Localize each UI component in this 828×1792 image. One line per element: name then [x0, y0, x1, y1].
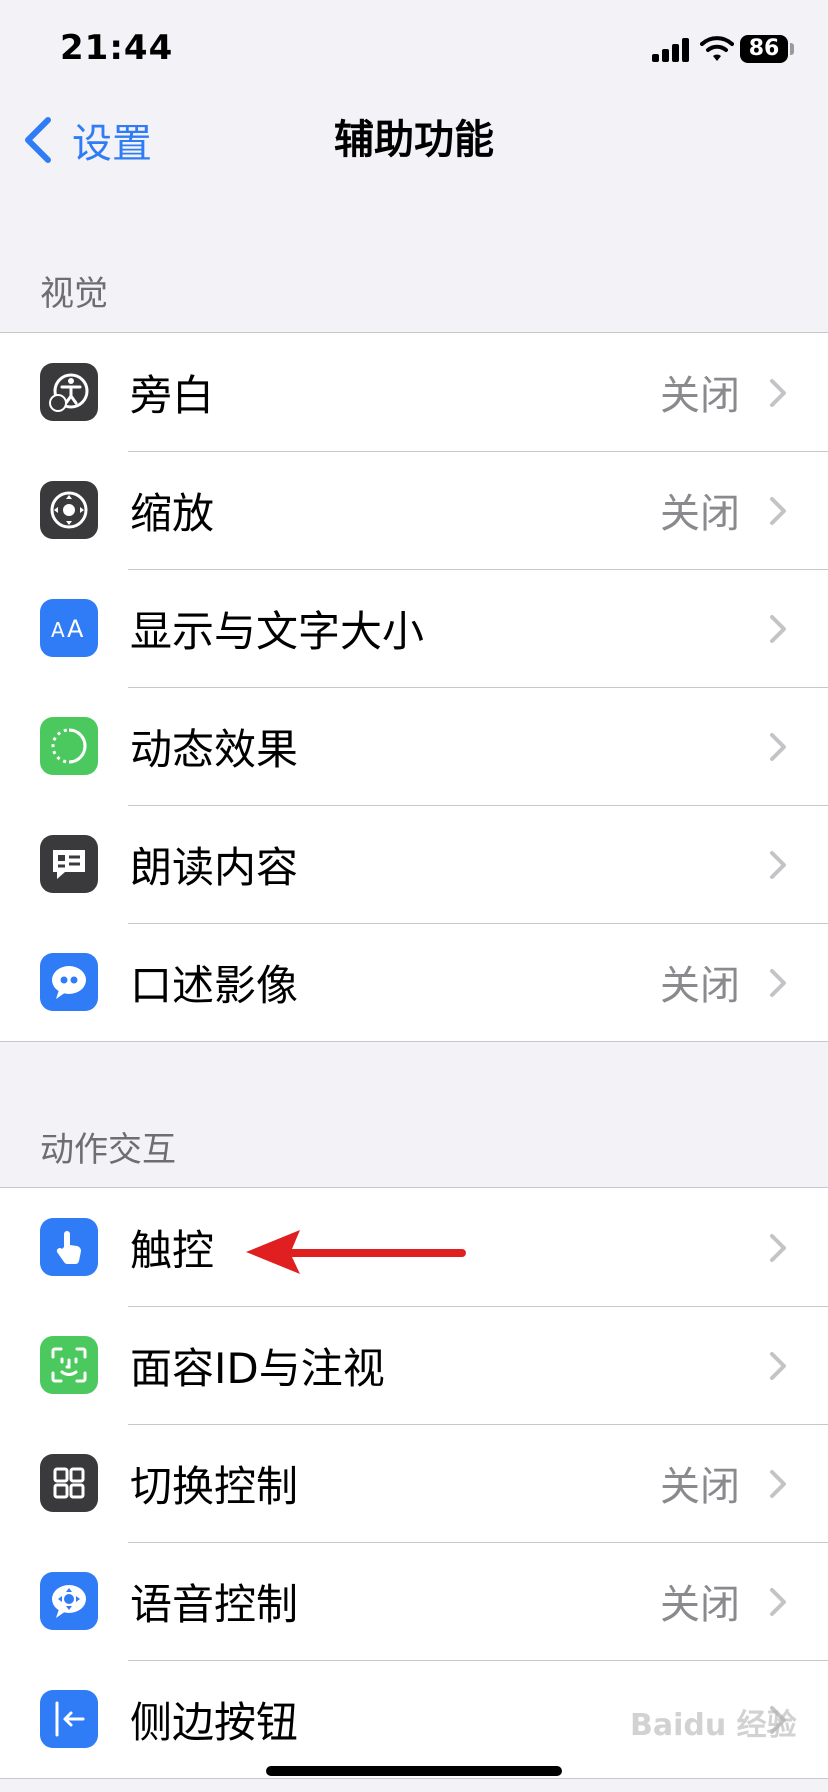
status-bar: 21:44 86	[0, 0, 828, 100]
row-display-text-size[interactable]: AA 显示与文字大小	[0, 569, 828, 687]
chevron-right-icon	[768, 613, 788, 645]
settings-group-vision: 旁白 关闭 缩放 关闭 AA 显示与文字大小 动态效果 朗读内容 口述影像 关闭	[0, 332, 828, 1042]
row-label: 口述影像	[130, 960, 299, 1010]
spoken-content-icon	[40, 835, 98, 893]
row-audio-descriptions[interactable]: 口述影像 关闭	[0, 923, 828, 1041]
row-spoken-content[interactable]: 朗读内容	[0, 805, 828, 923]
chevron-right-icon	[768, 377, 788, 409]
chevron-right-icon	[768, 849, 788, 881]
chevron-right-icon	[768, 1586, 788, 1618]
watermark: Baidu 经验	[630, 1708, 797, 1743]
chevron-right-icon	[768, 1468, 788, 1500]
row-label: 旁白	[130, 370, 215, 420]
row-motion[interactable]: 动态效果	[0, 687, 828, 805]
row-label: 侧边按钮	[130, 1697, 299, 1747]
row-value: 关闭	[660, 963, 740, 1009]
navigation-bar: 设置 辅助功能	[0, 100, 828, 180]
battery-indicator: 86	[740, 35, 788, 63]
voice-control-icon	[40, 1572, 98, 1630]
section-header-physical-motor: 动作交互	[40, 1130, 176, 1170]
row-value: 关闭	[660, 373, 740, 419]
chevron-right-icon	[768, 495, 788, 527]
row-zoom[interactable]: 缩放 关闭	[0, 451, 828, 569]
touch-icon	[40, 1218, 98, 1276]
battery-tip	[790, 43, 794, 55]
side-button-icon	[40, 1690, 98, 1748]
annotation-arrow-icon	[246, 1230, 466, 1280]
row-label: 语音控制	[130, 1579, 299, 1629]
row-label: 切换控制	[130, 1461, 299, 1511]
row-label: 缩放	[130, 488, 215, 538]
row-label: 朗读内容	[130, 842, 299, 892]
row-value: 关闭	[660, 491, 740, 537]
chevron-right-icon	[768, 731, 788, 763]
row-switch-control[interactable]: 切换控制 关闭	[0, 1424, 828, 1542]
wifi-icon	[700, 34, 734, 64]
row-label: 触控	[130, 1225, 215, 1275]
voiceover-icon	[40, 363, 98, 421]
svg-text:A: A	[67, 615, 84, 643]
row-label: 面容ID与注视	[130, 1343, 385, 1393]
row-face-id-attention[interactable]: 面容ID与注视	[0, 1306, 828, 1424]
home-indicator[interactable]	[266, 1766, 562, 1776]
row-value: 关闭	[660, 1464, 740, 1510]
section-header-vision: 视觉	[40, 274, 108, 314]
status-time: 21:44	[60, 28, 174, 68]
row-voiceover[interactable]: 旁白 关闭	[0, 333, 828, 451]
row-label: 显示与文字大小	[130, 606, 425, 656]
zoom-icon	[40, 481, 98, 539]
page-title: 辅助功能	[334, 117, 494, 163]
text-size-icon: AA	[40, 599, 98, 657]
chevron-right-icon	[768, 1350, 788, 1382]
cellular-signal-icon	[652, 38, 690, 62]
row-label: 动态效果	[130, 724, 299, 774]
face-id-icon	[40, 1336, 98, 1394]
chevron-right-icon	[768, 1232, 788, 1264]
motion-icon	[40, 717, 98, 775]
row-value: 关闭	[660, 1582, 740, 1628]
row-voice-control[interactable]: 语音控制 关闭	[0, 1542, 828, 1660]
switch-control-icon	[40, 1454, 98, 1512]
svg-text:A: A	[51, 618, 65, 642]
audio-description-icon	[40, 953, 98, 1011]
chevron-right-icon	[768, 967, 788, 999]
